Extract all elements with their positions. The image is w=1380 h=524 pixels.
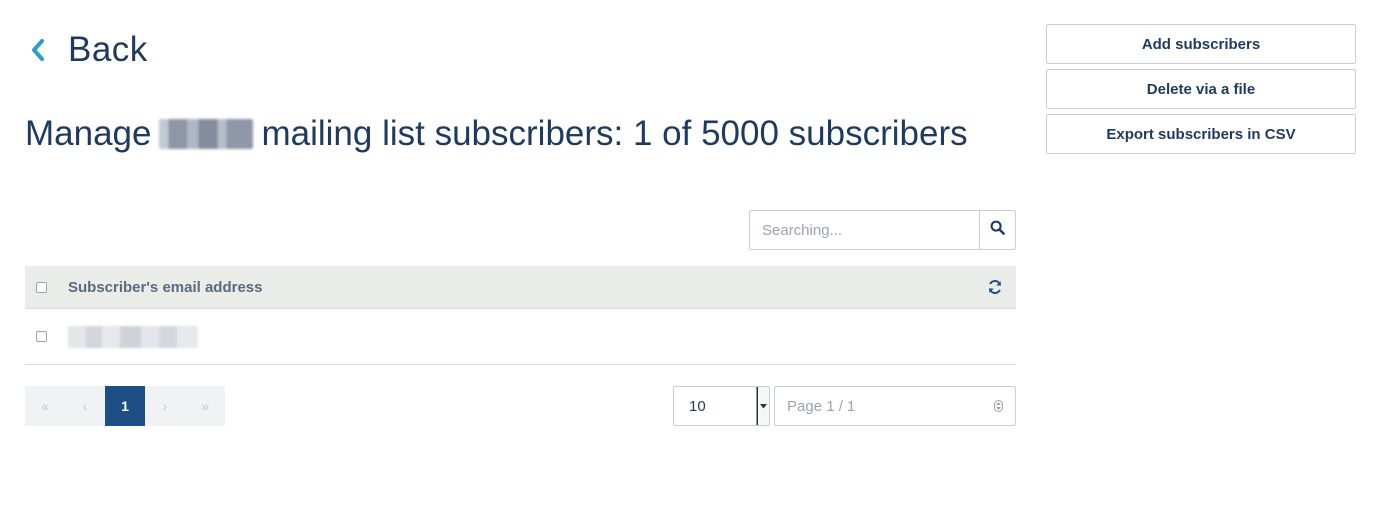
export-csv-button[interactable]: Export subscribers in CSV [1046,114,1356,154]
back-label: Back [68,30,148,69]
pagination: « ‹ 1 › » [25,386,225,426]
title-prefix: Manage [25,114,152,153]
action-buttons: Add subscribers Delete via a file Export… [1046,24,1356,159]
delete-via-file-button[interactable]: Delete via a file [1046,69,1356,109]
search-input[interactable] [749,210,979,250]
table-header: Subscriber's email address [25,266,1016,309]
title-suffix: mailing list subscribers: 1 of 5000 subs… [261,114,968,153]
per-page-select[interactable]: 10 [673,386,770,426]
row-checkbox[interactable] [36,331,47,342]
per-page-value: 10 [689,397,706,415]
prev-page-button[interactable]: ‹ [65,386,105,426]
search-icon [990,220,1005,240]
dropdown-arrow-icon[interactable] [756,387,769,425]
spinner-icon[interactable] [994,400,1003,412]
first-page-button[interactable]: « [25,386,65,426]
refresh-icon[interactable] [987,279,1003,295]
table-row [25,309,1016,365]
email-column-header: Subscriber's email address [68,278,263,296]
page-indicator: Page 1 / 1 [787,397,856,415]
chevron-left-icon [30,30,52,70]
page-title: Manage mailing list subscribers: 1 of 50… [25,114,968,154]
search-button[interactable] [979,210,1016,250]
last-page-button[interactable]: » [185,386,225,426]
back-link[interactable]: Back [30,30,148,70]
page-1-button[interactable]: 1 [105,386,145,426]
add-subscribers-button[interactable]: Add subscribers [1046,24,1356,64]
redacted-list-name [159,119,254,149]
select-all-checkbox[interactable] [36,281,47,293]
page-number-input[interactable]: Page 1 / 1 [774,386,1016,426]
search-bar [749,210,1016,250]
next-page-button[interactable]: › [145,386,185,426]
subscribers-table: Subscriber's email address [25,266,1016,365]
subscriber-email [68,325,198,348]
